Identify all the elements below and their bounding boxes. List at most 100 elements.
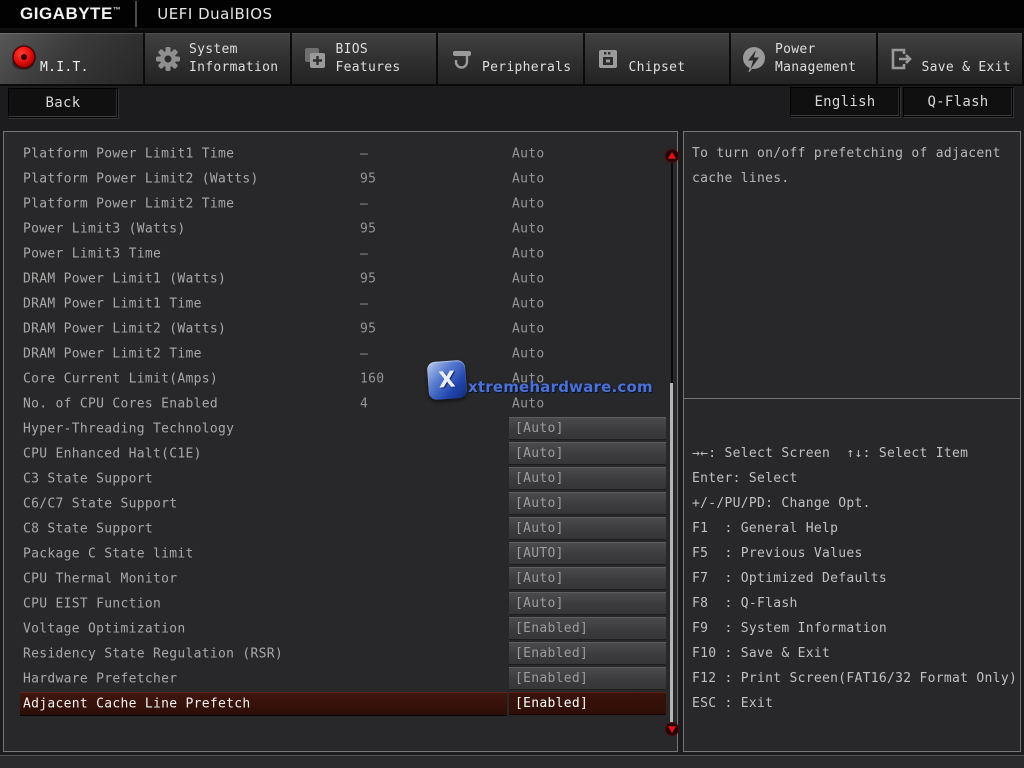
setting-mode-value: Auto (512, 346, 545, 361)
setting-label: Hardware Prefetcher (23, 671, 177, 686)
setting-label: CPU Enhanced Halt(C1E) (23, 446, 202, 461)
tab-save-exit[interactable]: Save & Exit (878, 33, 1023, 84)
exit-door-icon (886, 44, 916, 74)
setting-current-value: – (360, 246, 368, 261)
setting-value-box[interactable]: [AUTO] (509, 542, 666, 565)
setting-current-value: – (360, 146, 368, 161)
setting-row[interactable]: Platform Power Limit2 Time–Auto (4, 191, 677, 216)
setting-value: [Auto] (509, 471, 564, 486)
setting-value: [Enabled] (509, 646, 588, 661)
setting-label: DRAM Power Limit1 (Watts) (23, 271, 226, 286)
setting-row[interactable]: Hardware Prefetcher [Enabled] (4, 666, 677, 691)
setting-row[interactable]: Platform Power Limit2 (Watts) 95 Auto (4, 166, 677, 191)
setting-label: Hyper-Threading Technology (23, 421, 234, 436)
hotkey-line: Enter: Select (692, 466, 1014, 491)
setting-value-box[interactable]: [Auto] (509, 442, 666, 465)
setting-value-box[interactable]: [Enabled] (509, 692, 666, 715)
setting-row[interactable]: Adjacent Cache Line Prefetch[Enabled] (4, 691, 677, 716)
setting-row[interactable]: C8 State Support [Auto] (4, 516, 677, 541)
hotkey-line: F7 : Optimized Defaults (692, 566, 1014, 591)
hotkey-line: F10 : Save & Exit (692, 641, 1014, 666)
tab-bios-features[interactable]: BIOS Features (292, 33, 437, 84)
qflash-button[interactable]: Q-Flash (903, 87, 1013, 117)
setting-label: CPU Thermal Monitor (23, 571, 177, 586)
hotkey-line: F1 : General Help (692, 516, 1014, 541)
setting-current-value: 160 (360, 371, 384, 386)
setting-mode-value: Auto (512, 171, 545, 186)
setting-label: DRAM Power Limit2 Time (23, 346, 202, 361)
scroll-up-icon[interactable] (665, 149, 679, 163)
watermark-text: xtremehardware.com (468, 378, 653, 396)
setting-value-box[interactable]: [Auto] (509, 517, 666, 540)
setting-value: [AUTO] (509, 546, 564, 561)
trademark-symbol: ™ (113, 5, 122, 14)
setting-mode-value: Auto (512, 271, 545, 286)
scrollbar-thumb[interactable] (670, 383, 673, 725)
hotkey-line: +/-/PU/PD: Change Opt. (692, 491, 1014, 516)
chipset-icon (593, 44, 623, 74)
setting-label: Residency State Regulation (RSR) (23, 646, 283, 661)
item-help-text: To turn on/off prefetching of adjacentca… (684, 132, 1020, 191)
setting-current-value: – (360, 346, 368, 361)
setting-label: Voltage Optimization (23, 621, 186, 636)
tab-power-management[interactable]: Power Management (731, 33, 876, 84)
setting-current-value: 95 (360, 271, 376, 286)
setting-mode-value: Auto (512, 221, 545, 236)
setting-current-value: 95 (360, 171, 376, 186)
setting-row[interactable]: DRAM Power Limit1 (Watts) 95 Auto (4, 266, 677, 291)
peripherals-icon (446, 44, 476, 74)
setting-label: Platform Power Limit2 Time (23, 196, 234, 211)
setting-row[interactable]: CPU Thermal Monitor [Auto] (4, 566, 677, 591)
setting-label: Platform Power Limit2 (Watts) (23, 171, 259, 186)
title-bar: GIGABYTE™ UEFI DualBIOS (0, 0, 1024, 30)
setting-mode-value: Auto (512, 321, 545, 336)
tab-chipset[interactable]: Chipset (585, 33, 730, 84)
setting-value-box[interactable]: [Enabled] (509, 667, 666, 690)
setting-label: Platform Power Limit1 Time (23, 146, 234, 161)
setting-row[interactable]: DRAM Power Limit1 Time–Auto (4, 291, 677, 316)
hotkey-line: ESC : Exit (692, 691, 1014, 716)
setting-value-box[interactable]: [Auto] (509, 492, 666, 515)
setting-row[interactable]: C3 State Support[Auto] (4, 466, 677, 491)
setting-value-box[interactable]: [Enabled] (509, 642, 666, 665)
setting-row[interactable]: Power Limit3 (Watts)95Auto (4, 216, 677, 241)
setting-label: No. of CPU Cores Enabled (23, 396, 218, 411)
main-tab-bar: M.I.T. System Information BIOS Features (0, 30, 1024, 86)
language-button[interactable]: English (790, 87, 900, 117)
setting-current-value: 4 (360, 396, 368, 411)
tab-label: Chipset (629, 59, 686, 77)
setting-row[interactable]: Package C State limit[AUTO] (4, 541, 677, 566)
item-help-panel: To turn on/off prefetching of adjacentca… (683, 131, 1021, 399)
tab-system-information[interactable]: System Information (145, 33, 290, 84)
divider (135, 1, 137, 27)
setting-label: DRAM Power Limit1 Time (23, 296, 202, 311)
setting-row[interactable]: Residency State Regulation (RSR) [Enabled… (4, 641, 677, 666)
setting-row[interactable]: CPU EIST Function[Auto] (4, 591, 677, 616)
setting-value-box[interactable]: [Enabled] (509, 617, 666, 640)
hotkey-panel: →←: Select Screen ↑↓: Select ItemEnter: … (683, 398, 1021, 752)
tab-peripherals[interactable]: Peripherals (438, 33, 583, 84)
scroll-down-icon[interactable] (665, 722, 679, 736)
setting-value-box[interactable]: [Auto] (509, 417, 666, 440)
setting-row[interactable]: Hyper-Threading Technology [Auto] (4, 416, 677, 441)
hotkey-line: →←: Select Screen ↑↓: Select Item (692, 441, 1014, 466)
setting-row[interactable]: Voltage Optimization [Enabled] (4, 616, 677, 641)
setting-row[interactable]: Platform Power Limit1 Time–Auto (4, 141, 677, 166)
setting-value-box[interactable]: [Auto] (509, 567, 666, 590)
setting-row[interactable]: DRAM Power Limit2 (Watts)95Auto (4, 316, 677, 341)
setting-value-box[interactable]: [Auto] (509, 592, 666, 615)
hotkey-line: F9 : System Information (692, 616, 1014, 641)
tab-label: Peripherals (482, 59, 571, 77)
back-button[interactable]: Back (8, 88, 118, 118)
setting-value-box[interactable]: [Auto] (509, 467, 666, 490)
setting-row[interactable]: Power Limit3 Time–Auto (4, 241, 677, 266)
settings-panel: Platform Power Limit1 Time–AutoPlatform … (3, 131, 678, 752)
bios-chip-icon (300, 44, 330, 74)
setting-row[interactable]: CPU Enhanced Halt(C1E) [Auto] (4, 441, 677, 466)
setting-label: C8 State Support (23, 521, 153, 536)
setting-current-value: 95 (360, 221, 376, 236)
tab-mit[interactable]: M.I.T. (0, 33, 143, 84)
setting-row[interactable]: C6/C7 State Support [Auto] (4, 491, 677, 516)
power-bolt-icon (739, 44, 769, 74)
setting-label: C6/C7 State Support (23, 496, 177, 511)
